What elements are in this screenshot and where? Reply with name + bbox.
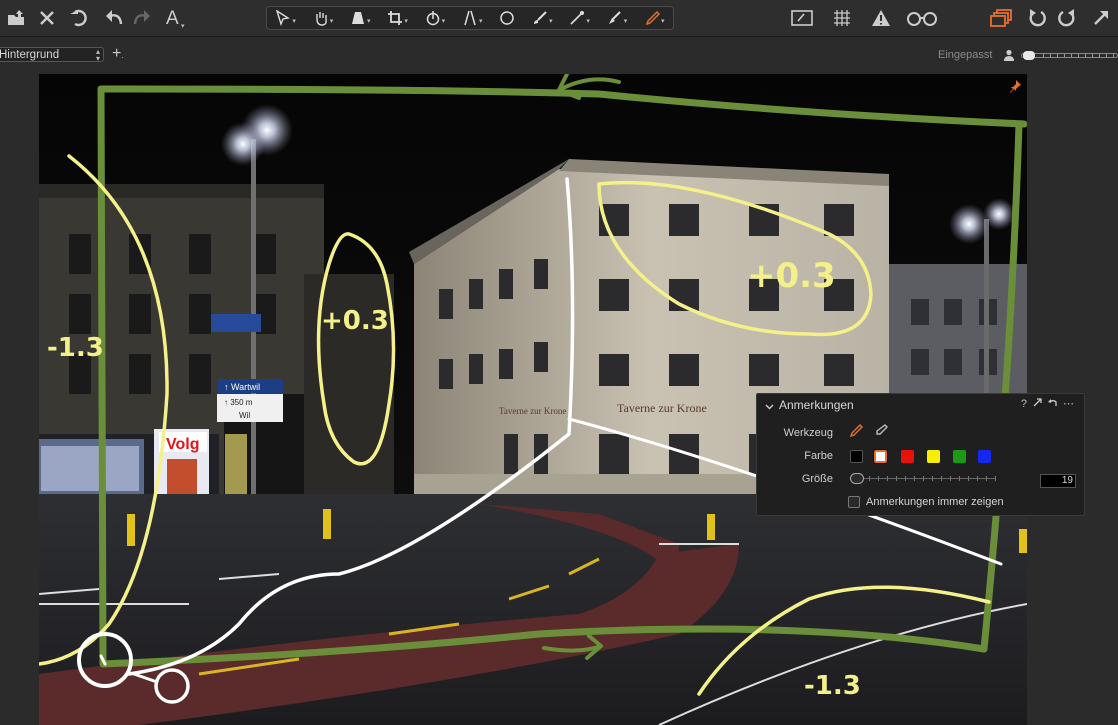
svg-text:A: A	[166, 8, 179, 29]
main-toolbar: A ▾ ▾ ▾ ▾ ▾ ▾ ▾ ▾ ▾ ▾ ▾	[0, 0, 1118, 37]
annotation-label: +0.3	[747, 256, 836, 296]
more-icon[interactable]: ⋯	[1063, 397, 1074, 410]
tool-label: Werkzeug	[783, 427, 833, 439]
always-show-checkbox[interactable]: Anmerkungen immer zeigen	[848, 496, 1004, 508]
rotate-right-icon[interactable]	[1056, 6, 1078, 30]
delete-icon[interactable]	[36, 6, 58, 30]
warning-icon[interactable]	[870, 6, 892, 30]
always-show-label: Anmerkungen immer zeigen	[866, 496, 1004, 508]
tool-palette: ▾ ▾ ▾ ▾ ▾ ▾ ▾ ▾ ▾ ▾	[266, 6, 674, 30]
annotation-label: -1.3	[47, 333, 104, 363]
checkbox-icon[interactable]	[848, 496, 860, 508]
pen-tool-icon[interactable]	[849, 424, 863, 443]
size-label: Größe	[801, 473, 833, 485]
size-slider[interactable]	[850, 473, 996, 485]
circle-icon[interactable]	[497, 8, 517, 28]
chevron-updown-icon: ▴ ▾	[95, 47, 100, 62]
layer-bar: Hintergrund ▴ ▾ +. Eingepasst	[0, 43, 1118, 67]
annotation-label: +0.3	[321, 306, 389, 336]
keystone-icon[interactable]: ▾	[460, 8, 485, 28]
redo-icon[interactable]	[130, 6, 152, 30]
edit-mask-icon[interactable]	[789, 6, 815, 30]
annotation-label: -1.3	[804, 671, 861, 701]
layer-name: Hintergrund	[0, 49, 60, 61]
color-swatch-blue[interactable]	[978, 450, 991, 463]
popout-icon[interactable]	[1033, 397, 1042, 410]
zoom-label: Eingepasst	[938, 49, 993, 61]
grid-icon[interactable]	[830, 6, 854, 30]
eyedropper-icon[interactable]: ▾	[567, 8, 592, 28]
stack-icon[interactable]	[988, 6, 1014, 30]
undo-icon[interactable]	[104, 6, 126, 30]
color-swatch-black[interactable]	[850, 450, 863, 463]
crop-icon[interactable]: ▾	[385, 8, 410, 28]
brush-icon[interactable]: ▾	[530, 8, 555, 28]
panel-title: Anmerkungen	[779, 398, 854, 412]
zoom-slider[interactable]	[1021, 51, 1118, 60]
pan-icon[interactable]: ▾	[311, 8, 336, 28]
rotate-icon[interactable]: ▾	[423, 8, 448, 28]
eraser-tool-icon[interactable]	[874, 424, 888, 443]
panel-header: Anmerkungen ? ⋯	[757, 394, 1084, 414]
text-icon[interactable]: A ▾	[164, 6, 188, 30]
person-icon	[1003, 48, 1015, 66]
select-icon[interactable]: ▾	[273, 8, 298, 28]
svg-text:▾: ▾	[181, 23, 185, 29]
help-icon[interactable]: ?	[1021, 398, 1027, 410]
rotate-left-icon[interactable]	[1026, 6, 1048, 30]
reset-icon[interactable]	[1048, 398, 1057, 410]
add-layer-icon[interactable]: +.	[112, 45, 124, 63]
color-swatch-white[interactable]	[873, 449, 888, 464]
annotate-pen-icon[interactable]: ▾	[642, 8, 667, 28]
expand-icon[interactable]	[1090, 6, 1112, 30]
color-swatch-green[interactable]	[953, 450, 966, 463]
size-slider-thumb[interactable]	[850, 473, 864, 484]
color-swatch-red[interactable]	[901, 450, 914, 463]
fill-icon[interactable]: ▾	[605, 8, 630, 28]
zoom-slider-thumb[interactable]	[1023, 51, 1035, 60]
chevron-down-icon[interactable]	[765, 398, 774, 416]
pin-icon[interactable]	[1008, 79, 1022, 98]
color-label: Farbe	[804, 450, 833, 462]
perspective-icon[interactable]: ▾	[348, 8, 373, 28]
annotations-panel: Anmerkungen ? ⋯ Werkzeug Farbe Größe 19 …	[756, 393, 1085, 516]
color-swatch-yellow[interactable]	[927, 450, 940, 463]
layer-select[interactable]: Hintergrund ▴ ▾	[0, 47, 104, 62]
undo-history-icon[interactable]	[68, 6, 92, 30]
glasses-icon[interactable]	[905, 6, 939, 30]
import-icon[interactable]	[5, 6, 29, 30]
size-value-field[interactable]: 19	[1040, 474, 1076, 488]
